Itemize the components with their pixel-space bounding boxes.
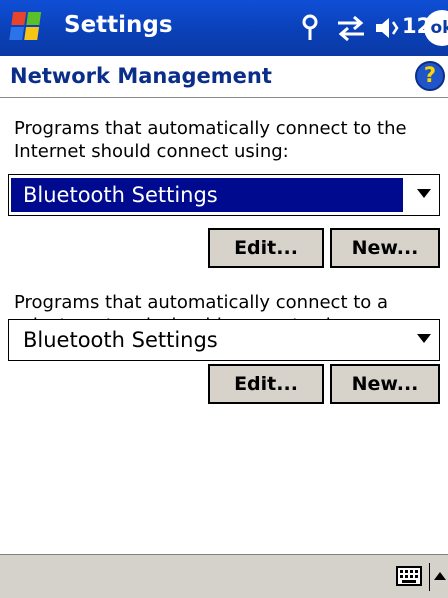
internet-new-button[interactable]: New... (330, 228, 440, 268)
page-title: Network Management (10, 64, 272, 88)
speaker-icon[interactable] (374, 14, 400, 42)
help-icon[interactable]: ? (415, 61, 445, 91)
antenna-icon[interactable] (298, 14, 322, 42)
internet-edit-button[interactable]: Edit... (208, 228, 324, 268)
chevron-down-icon[interactable] (417, 189, 431, 198)
private-edit-button[interactable]: Edit... (208, 364, 324, 404)
keyboard-icon[interactable] (396, 565, 422, 587)
divider (429, 563, 430, 591)
private-selected-value: Bluetooth Settings (23, 328, 218, 352)
caret-up-icon[interactable] (434, 572, 446, 580)
internet-connection-dropdown[interactable]: Bluetooth Settings (8, 174, 440, 216)
menu-bar (0, 554, 448, 598)
chevron-down-icon[interactable] (417, 334, 431, 343)
ok-button[interactable]: ok (424, 10, 448, 46)
internet-selected-value: Bluetooth Settings (23, 183, 218, 207)
sync-arrows-icon[interactable] (334, 14, 368, 42)
windows-flag-icon[interactable] (6, 6, 50, 50)
private-network-dropdown[interactable]: Bluetooth Settings (8, 319, 440, 361)
internet-description: Programs that automatically connect to t… (14, 118, 407, 162)
title-bar: Settings 12:09 ok (0, 0, 448, 56)
window-title: Settings (64, 12, 173, 38)
page-header: Network Management ? (0, 56, 448, 98)
private-new-button[interactable]: New... (330, 364, 440, 404)
